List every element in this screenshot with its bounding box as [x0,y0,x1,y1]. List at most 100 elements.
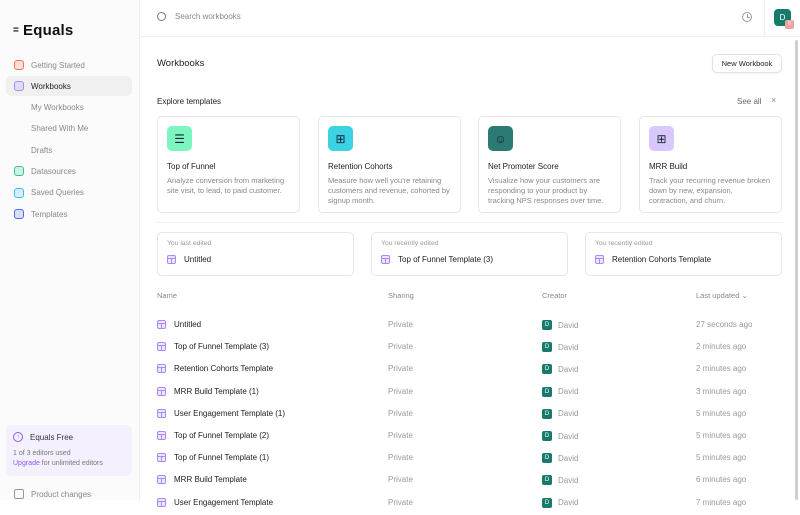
creator-name: David [558,453,579,463]
logo[interactable]: = Equals [13,22,73,39]
table-row[interactable]: User Engagement Template (1) Private D Da… [157,404,782,426]
column-name[interactable]: Name [157,291,177,300]
creator-avatar: D [542,408,552,419]
workbooks-icon [14,81,24,92]
workbook-name: User Engagement Template (1) [174,408,286,418]
search-placeholder: Search workbooks [175,12,241,21]
logo-text: Equals [23,22,74,39]
see-all-link[interactable]: See all [737,97,761,106]
recent-workbook-card[interactable]: You recently edited Retention Cohorts Te… [585,232,782,276]
workbook-icon [157,386,166,396]
plan-title: Equals Free [30,432,74,442]
close-icon[interactable]: × [771,95,776,105]
sidebar-item-label: Saved Queries [31,188,84,198]
sharing: Private [388,320,413,329]
search-icon [157,12,166,21]
last-updated: 6 minutes ago [696,475,747,485]
table-row[interactable]: Top of Funnel Template (3) Private D Davi… [157,337,782,359]
table-row[interactable]: Top of Funnel Template (1) Private D Davi… [157,448,782,470]
sidebar-item-label: Getting Started [31,60,85,70]
template-title: Top of Funnel [167,162,216,171]
sharing: Private [388,386,413,396]
workbook-icon [381,255,390,264]
workbook-name: Retention Cohorts Template [174,364,274,374]
last-updated: 27 seconds ago [696,320,753,329]
column-sharing[interactable]: Sharing [388,291,414,300]
sidebar-item-getting-started[interactable]: Getting Started [6,55,132,75]
user-avatar[interactable]: D8 [774,9,794,29]
sidebar-nav: Getting Started Workbooks My Workbooks Shar… [6,55,132,225]
template-card[interactable]: ⊞ Retention Cohorts Measure how well you… [318,116,461,213]
creator-avatar: D [542,431,552,441]
template-card[interactable]: ⊞ MRR Build Track your recurring revenue… [639,116,782,213]
plan-usage: 1 of 3 editors used [13,450,71,457]
template-description: Analyze conversion from marketing site v… [167,176,285,195]
template-card[interactable]: ☰ Top of Funnel Analyze conversion from … [157,116,300,213]
sidebar-item-templates[interactable]: Templates [6,204,132,224]
workbook-name: MRR Build Template [174,475,247,485]
new-workbook-button[interactable]: New Workbook [712,54,782,73]
template-title: MRR Build [649,162,688,171]
template-glyph: ☰ [174,131,185,146]
upgrade-link[interactable]: Upgrade [13,460,40,467]
creator-name: David [558,342,579,352]
sidebar-item-label: Templates [31,209,68,219]
search-input[interactable]: Search workbooks [157,12,241,21]
recent-workbook-card[interactable]: You recently edited Top of Funnel Templa… [371,232,568,276]
table-row[interactable]: Retention Cohorts Template Private D Davi… [157,359,782,381]
sharing: Private [388,431,413,440]
saved-queries-icon [14,187,24,198]
page-title: Workbooks [157,58,205,69]
table-row[interactable]: MRR Build Template (1) Private D David 3 … [157,382,782,404]
workbook-name: Top of Funnel Template (3) [174,342,270,352]
workbook-icon [167,255,176,264]
table-row[interactable]: Untitled Private D David 27 seconds ago [157,315,782,337]
column-last-updated[interactable]: Last updated ⌄ [696,291,748,300]
topbar: Search workbooks D8 [140,0,800,37]
notification-badge: 8 [785,20,794,29]
workbook-name: Top of Funnel Template (1) [174,453,270,463]
divider [764,0,765,37]
creator-name: David [558,498,579,508]
templates-icon [14,209,24,220]
logo-mark-icon: = [13,25,20,36]
table-row[interactable]: MRR Build Template Private D David 6 minu… [157,470,782,492]
funnel-icon: ☰ [167,126,192,151]
creator-name: David [558,409,579,419]
sidebar-item-label: My Workbooks [31,103,84,113]
workbook-icon [157,364,166,374]
sidebar-item-drafts[interactable]: Drafts [6,140,132,160]
getting-started-icon [14,60,24,70]
grid-icon: ⊞ [649,126,674,151]
recent-workbook-card[interactable]: You last edited Untitled [157,232,354,276]
product-changes-link[interactable]: Product changes [14,489,91,499]
sharing: Private [388,408,413,418]
scrollbar[interactable] [795,40,798,500]
table-header: Name Sharing Creator Last updated ⌄ [157,291,782,303]
sidebar-item-label: Datasources [31,166,76,176]
workbook-icon [595,255,604,264]
sharing: Private [388,364,413,374]
sidebar-item-my-workbooks[interactable]: My Workbooks [6,98,132,118]
workbook-icon [157,408,166,418]
creator-avatar: D [542,386,552,397]
sidebar-item-label: Shared With Me [31,124,89,134]
template-glyph: ⊞ [335,131,346,146]
sidebar-item-saved-queries[interactable]: Saved Queries [6,183,132,203]
history-clock-icon[interactable] [742,12,752,22]
template-title: Retention Cohorts [328,162,393,171]
product-changes-label: Product changes [31,489,92,499]
table-row[interactable]: Top of Funnel Template (2) Private D Davi… [157,426,782,448]
creator-avatar: D [542,342,552,353]
sidebar-item-workbooks[interactable]: Workbooks [6,76,132,97]
template-card[interactable]: ☺ Net Promoter Score Visualize how your … [478,116,621,213]
sidebar-item-datasources[interactable]: Datasources [6,161,132,181]
creator-name: David [558,475,579,485]
workbook-icon [157,431,166,440]
template-description: Track your recurring revenue broken down… [649,176,771,205]
template-description: Visualize how your customers are respond… [488,176,604,205]
last-updated: 5 minutes ago [696,453,747,463]
sidebar-item-shared-with-me[interactable]: Shared With Me [6,119,132,139]
table-row[interactable]: User Engagement Template Private D David … [157,493,782,515]
column-creator[interactable]: Creator [542,291,567,300]
